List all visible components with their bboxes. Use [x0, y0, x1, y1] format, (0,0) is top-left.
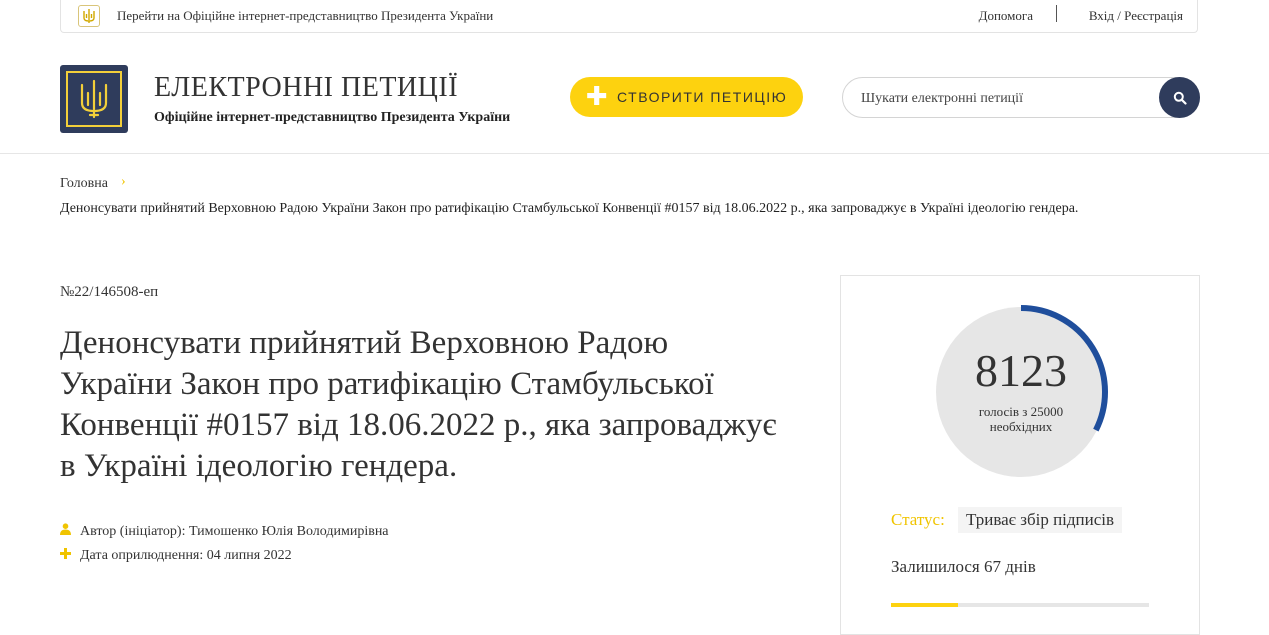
time-progress-fill — [891, 603, 959, 607]
official-site-link[interactable]: Перейти на Офіційне інтернет-представниц… — [117, 8, 493, 24]
topbar-separator — [1056, 5, 1057, 22]
help-link[interactable]: Допомога — [979, 8, 1033, 24]
search-box — [842, 77, 1200, 118]
search-button[interactable] — [1159, 77, 1200, 118]
status-value: Триває збір підписів — [958, 507, 1123, 533]
header-divider — [0, 153, 1269, 154]
search-input[interactable] — [859, 86, 1153, 112]
search-icon — [1173, 91, 1187, 105]
site-title[interactable]: ЕЛЕКТРОННІ ПЕТИЦІЇ — [154, 72, 458, 104]
login-register-link[interactable]: Вхід / Реєстрація — [1089, 8, 1183, 24]
site-subtitle: Офіційне інтернет-представництво Президе… — [154, 110, 511, 125]
plus-icon: ✚ — [585, 81, 609, 111]
petition-date: Дата оприлюднення: 04 липня 2022 — [60, 548, 292, 564]
user-icon — [60, 523, 72, 540]
site-logo[interactable] — [60, 65, 128, 133]
chevron-right-icon: › — [121, 174, 126, 189]
date-text: Дата оприлюднення: 04 липня 2022 — [80, 548, 292, 563]
votes-count: 8123 — [975, 345, 1067, 396]
time-progress-bar — [891, 603, 1149, 607]
status-label: Статус: — [891, 510, 945, 529]
trident-icon[interactable] — [78, 5, 100, 27]
petition-status-card: 8123 голосів з 25000 необхідних Статус: … — [840, 275, 1200, 635]
days-left: Залишилося 67 днів — [891, 557, 1036, 576]
votes-caption-line1: голосів з 25000 — [978, 404, 1064, 419]
petition-number: №22/146508-еп — [60, 284, 159, 300]
breadcrumb-current: Денонсувати прийнятий Верховною Радою Ук… — [60, 201, 1079, 216]
trident-icon — [80, 79, 108, 119]
breadcrumb-home[interactable]: Головна — [60, 176, 108, 192]
create-petition-label: СТВОРИТИ ПЕТИЦІЮ — [617, 89, 788, 105]
votes-caption-line2: необхідних — [989, 419, 1053, 434]
create-petition-button[interactable]: ✚ СТВОРИТИ ПЕТИЦІЮ — [570, 77, 803, 117]
votes-caption: голосів з 25000 необхідних — [931, 404, 1111, 434]
top-bar: Перейти на Офіційне інтернет-представниц… — [60, 0, 1198, 33]
petition-title: Денонсувати прийнятий Верховною Радою Ук… — [60, 325, 777, 484]
petition-author: Автор (ініціатор): Тимошенко Юлія Володи… — [60, 523, 389, 540]
author-text: Автор (ініціатор): Тимошенко Юлія Володи… — [80, 524, 389, 539]
plus-icon — [60, 548, 72, 564]
